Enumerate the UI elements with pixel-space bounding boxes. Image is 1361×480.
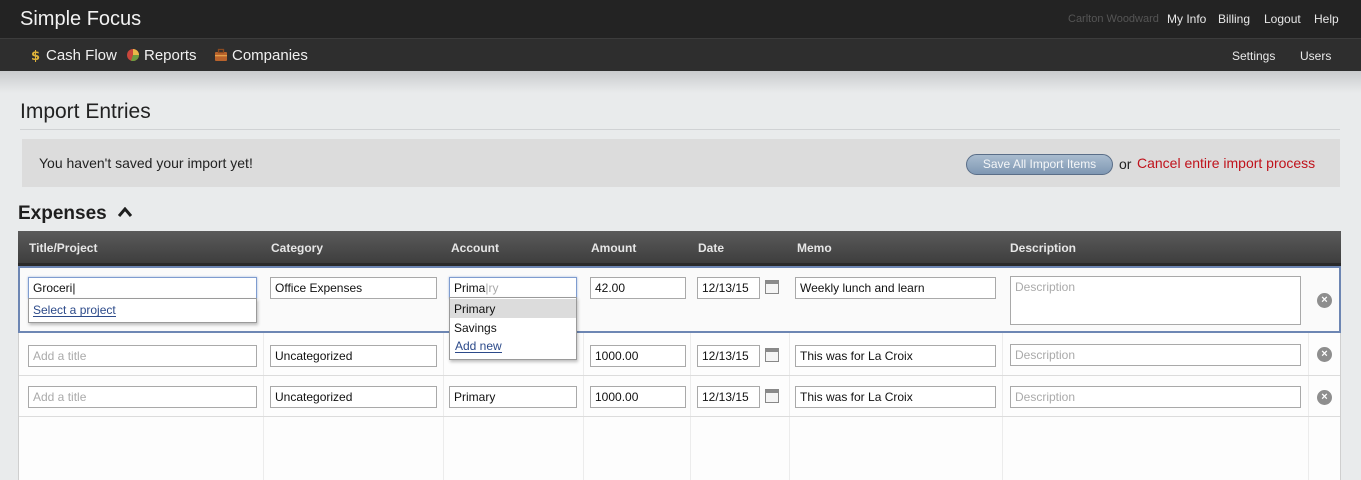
expenses-section-toggle[interactable]: Expenses: [18, 203, 133, 225]
amount-input[interactable]: 42.00: [590, 277, 686, 299]
column-memo: Memo: [797, 241, 832, 255]
briefcase-icon: [215, 48, 227, 61]
pie-chart-icon: [127, 49, 140, 62]
date-input[interactable]: 12/13/15: [697, 386, 760, 408]
column-title-project: Title/Project: [29, 241, 98, 255]
column-amount: Amount: [591, 241, 637, 255]
calendar-icon[interactable]: [765, 280, 779, 294]
column-account: Account: [451, 241, 499, 255]
nav-companies-label: Companies: [232, 47, 308, 64]
title-input[interactable]: Add a title: [28, 345, 257, 367]
app-title[interactable]: Simple Focus: [20, 8, 141, 31]
dollar-icon: $: [31, 49, 40, 62]
memo-input[interactable]: Weekly lunch and learn: [795, 277, 996, 299]
user-name: Carlton Woodward: [1068, 13, 1159, 25]
account-typed-text: Prima: [454, 281, 486, 295]
or-text: or: [1119, 156, 1132, 172]
calendar-icon[interactable]: [765, 389, 779, 403]
category-input[interactable]: Uncategorized: [270, 345, 437, 367]
nav-cash-flow-label: Cash Flow: [46, 47, 117, 64]
nav-users[interactable]: Users: [1300, 49, 1331, 63]
title-input[interactable]: Groceri|: [28, 277, 257, 299]
remove-row-icon[interactable]: ×: [1317, 293, 1332, 308]
nav-companies[interactable]: Companies: [214, 47, 308, 64]
date-input[interactable]: 12/13/15: [697, 345, 760, 367]
table-header: Title/Project Category Account Amount Da…: [18, 231, 1341, 266]
remove-row-icon[interactable]: ×: [1317, 347, 1332, 362]
account-option-primary[interactable]: Primary: [450, 299, 576, 318]
nav-cash-flow[interactable]: $ Cash Flow: [28, 47, 117, 64]
svg-text:$: $: [31, 49, 40, 62]
add-new-account-link[interactable]: Add new: [455, 340, 502, 353]
nav-reports[interactable]: Reports: [126, 47, 197, 64]
column-date: Date: [698, 241, 725, 255]
description-input[interactable]: Description: [1010, 344, 1301, 366]
description-input[interactable]: Description: [1010, 386, 1301, 408]
main-nav: $ Cash Flow Reports Companies Settings U…: [0, 38, 1361, 71]
column-description: Description: [1010, 241, 1077, 255]
account-autocomplete-hint: |ry: [485, 281, 499, 295]
category-input[interactable]: Office Expenses: [270, 277, 437, 299]
account-option-savings[interactable]: Savings: [450, 318, 576, 337]
logout-link[interactable]: Logout: [1264, 12, 1301, 26]
nav-shadow: [0, 71, 1361, 93]
remove-row-icon[interactable]: ×: [1317, 390, 1332, 405]
unsaved-import-notice: You haven't saved your import yet! Save …: [22, 139, 1340, 187]
save-all-import-items-button[interactable]: Save All Import Items: [966, 154, 1113, 175]
calendar-icon[interactable]: [765, 348, 779, 362]
column-category: Category: [271, 241, 324, 255]
title-divider: [20, 129, 1340, 130]
row-divider: [19, 375, 1340, 376]
account-input[interactable]: Prima|ry: [449, 277, 577, 299]
notice-message: You haven't saved your import yet!: [39, 155, 253, 171]
nav-reports-label: Reports: [144, 47, 197, 64]
category-input[interactable]: Uncategorized: [270, 386, 437, 408]
chevron-up-icon: [118, 207, 133, 217]
row-divider: [19, 416, 1340, 417]
amount-input[interactable]: 1000.00: [590, 386, 686, 408]
date-input[interactable]: 12/13/15: [697, 277, 760, 299]
page-title: Import Entries: [20, 100, 151, 123]
title-input[interactable]: Add a title: [28, 386, 257, 408]
billing-link[interactable]: Billing: [1218, 12, 1250, 26]
memo-input[interactable]: This was for La Croix: [795, 386, 996, 408]
account-input[interactable]: Primary: [449, 386, 577, 408]
description-input[interactable]: Description: [1010, 276, 1301, 325]
nav-settings[interactable]: Settings: [1232, 49, 1275, 63]
memo-input[interactable]: This was for La Croix: [795, 345, 996, 367]
section-title: Expenses: [18, 203, 107, 224]
select-project-link[interactable]: Select a project: [33, 304, 116, 317]
my-info-link[interactable]: My Info: [1167, 12, 1206, 26]
cancel-import-link[interactable]: Cancel entire import process: [1137, 155, 1315, 171]
account-dropdown: Primary Savings Add new: [449, 297, 577, 360]
amount-input[interactable]: 1000.00: [590, 345, 686, 367]
help-link[interactable]: Help: [1314, 12, 1339, 26]
top-bar: Simple Focus Carlton Woodward My Info Bi…: [0, 0, 1361, 38]
project-dropdown: Select a project: [28, 298, 257, 323]
